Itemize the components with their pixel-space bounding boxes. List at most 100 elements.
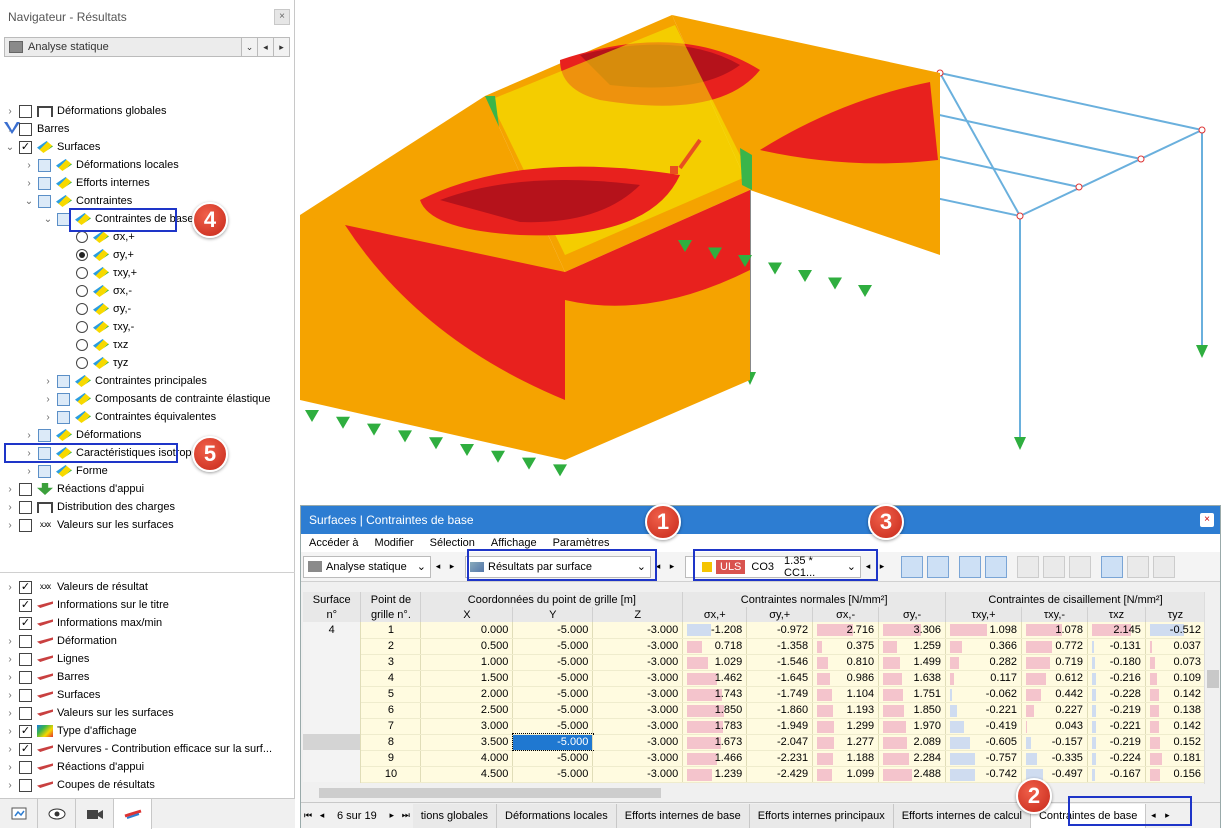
cell-tyz[interactable]: 0.181 [1145, 750, 1207, 767]
analysis-type-dropdown[interactable]: Analyse statique ⌄ [303, 555, 431, 578]
option-item[interactable]: › Réactions d'appui [4, 758, 144, 776]
checkbox[interactable] [38, 464, 51, 478]
cell-y[interactable]: -5.000 [512, 654, 594, 671]
checkbox[interactable] [19, 688, 32, 702]
cell-x[interactable]: 2.500 [420, 702, 514, 719]
radio-button[interactable] [76, 249, 88, 261]
expand-arrow-icon[interactable]: › [4, 582, 16, 593]
expand-arrow-icon[interactable]: › [4, 744, 16, 755]
option-item[interactable]: › Valeurs sur les surfaces [4, 704, 174, 722]
cell-tyz[interactable]: 0.152 [1145, 734, 1207, 751]
cell-syp[interactable]: -1.358 [746, 638, 814, 655]
radio-button[interactable] [76, 357, 88, 369]
expand-arrow-icon[interactable]: › [23, 178, 35, 189]
cell-sxm[interactable]: 1.299 [812, 718, 880, 735]
chevron-down-icon[interactable]: ⌄ [241, 38, 257, 56]
cell-z[interactable]: -3.000 [592, 718, 684, 735]
cell-sxp[interactable]: 1.743 [682, 686, 748, 703]
cell-s[interactable] [303, 686, 362, 702]
checkbox[interactable] [57, 392, 70, 406]
option-item[interactable]: ✓ Informations max/min [4, 614, 162, 632]
cell-sxm[interactable]: 0.986 [812, 670, 880, 687]
cell-y[interactable]: -5.000 [512, 670, 594, 687]
cell-txym[interactable]: 0.442 [1021, 686, 1088, 703]
tab-global-deformations[interactable]: tions globales [412, 803, 498, 828]
radio-button[interactable] [76, 285, 88, 297]
scroll-thumb[interactable] [319, 788, 661, 798]
cell-sym[interactable]: 1.259 [878, 638, 947, 655]
expand-arrow-icon[interactable]: ⌄ [23, 196, 35, 207]
cell-syp[interactable]: -0.972 [746, 622, 814, 639]
cell-sxm[interactable]: 1.099 [812, 766, 880, 783]
table-row[interactable]: 9 4.000 -5.000 -3.000 1.466 -2.231 1.188 2.284 -… [303, 750, 1207, 767]
cell-sxp[interactable]: 1.783 [682, 718, 748, 735]
menu-edit[interactable]: Modifier [367, 537, 422, 549]
checkbox[interactable]: ✓ [19, 580, 32, 594]
radio-button[interactable] [76, 339, 88, 351]
tab-data[interactable] [0, 799, 38, 828]
checkbox[interactable] [19, 706, 32, 720]
option-item[interactable]: › ✓ Nervures - Contribution efficace sur l… [4, 740, 272, 758]
table-row[interactable]: 10 4.500 -5.000 -3.000 1.239 -2.429 1.099 2.488… [303, 766, 1207, 783]
expand-arrow-icon[interactable]: › [4, 708, 16, 719]
cell-y[interactable]: -5.000 [511, 733, 594, 751]
checkbox[interactable]: ✓ [19, 140, 32, 154]
close-icon[interactable]: × [1200, 513, 1214, 527]
option-item[interactable]: › Déformation [4, 632, 117, 650]
menu-settings[interactable]: Paramètres [545, 537, 618, 549]
cell-txyp[interactable]: 0.366 [945, 638, 1022, 655]
cell-sxp[interactable]: 1.029 [682, 654, 748, 671]
option-item[interactable]: › Coupes de résultats [4, 776, 155, 794]
cell-sxp[interactable]: 1.466 [682, 750, 748, 767]
cell-s[interactable] [303, 638, 362, 654]
analysis-dropdown[interactable]: Analyse statique ⌄ ◂ ▸ [4, 37, 290, 57]
option-item[interactable]: › Lignes [4, 650, 89, 668]
table-row[interactable]: 5 2.000 -5.000 -3.000 1.743 -1.749 1.104 1.751 -… [303, 686, 1207, 703]
cell-syp[interactable]: -2.231 [746, 750, 814, 767]
option-item[interactable]: › Barres [4, 668, 89, 686]
cell-s[interactable]: 4 [303, 622, 362, 638]
prev-page-icon[interactable]: ◂ [315, 805, 329, 827]
cell-p[interactable]: 9 [360, 750, 422, 767]
cell-s[interactable] [303, 670, 362, 686]
cell-x[interactable]: 3.000 [420, 718, 514, 735]
cell-tyz[interactable]: 0.142 [1145, 686, 1207, 703]
expand-arrow-icon[interactable]: › [4, 780, 16, 791]
expand-arrow-icon[interactable]: ⌄ [4, 142, 16, 153]
cell-sym[interactable]: 2.089 [878, 734, 947, 751]
3d-model-view[interactable] [296, 0, 1223, 505]
tree-item[interactable]: › Composants de contrainte élastique [42, 390, 271, 408]
expand-arrow-icon[interactable]: › [23, 430, 35, 441]
checkbox[interactable]: ✓ [19, 616, 32, 630]
table-row[interactable]: 2 0.500 -5.000 -3.000 0.718 -1.358 0.375 1.259 0… [303, 638, 1207, 655]
cell-s[interactable] [303, 718, 362, 734]
next-arrow-icon[interactable]: ▸ [665, 556, 679, 578]
tree-item[interactable]: τxy,- [61, 318, 134, 336]
tab-views[interactable] [76, 799, 114, 828]
table-row[interactable]: 6 2.500 -5.000 -3.000 1.850 -1.860 1.193 1.850 -… [303, 702, 1207, 719]
cell-txyp[interactable]: 0.117 [945, 670, 1022, 687]
cell-z[interactable]: -3.000 [592, 622, 684, 639]
cell-txz[interactable]: 2.145 [1087, 622, 1146, 639]
cell-syp[interactable]: -2.047 [746, 734, 814, 751]
select-multi-icon[interactable] [927, 555, 949, 578]
expand-arrow-icon[interactable]: › [42, 394, 54, 405]
cell-sxp[interactable]: 0.718 [682, 638, 748, 655]
cell-tyz[interactable]: 0.142 [1145, 718, 1207, 735]
table-row[interactable]: 4 1 0.000 -5.000 -3.000 -1.208 -0.972 2.716 3.30… [303, 622, 1207, 639]
cell-p[interactable]: 6 [360, 702, 422, 719]
cell-p[interactable]: 4 [360, 670, 422, 687]
checkbox[interactable] [19, 104, 32, 118]
cell-sxm[interactable]: 1.104 [812, 686, 880, 703]
table-filter-icon[interactable] [1043, 555, 1065, 578]
tree-item[interactable]: › Déformations [23, 426, 141, 444]
cell-s[interactable] [303, 702, 362, 718]
last-page-icon[interactable]: ⏭ [399, 805, 413, 827]
values-icon[interactable] [985, 555, 1007, 578]
expand-arrow-icon[interactable]: › [4, 726, 16, 737]
cell-p[interactable]: 7 [360, 718, 422, 735]
expand-arrow-icon[interactable]: › [4, 484, 16, 495]
cell-x[interactable]: 1.500 [420, 670, 514, 687]
cell-txz[interactable]: -0.216 [1087, 670, 1146, 687]
cell-y[interactable]: -5.000 [512, 766, 594, 783]
